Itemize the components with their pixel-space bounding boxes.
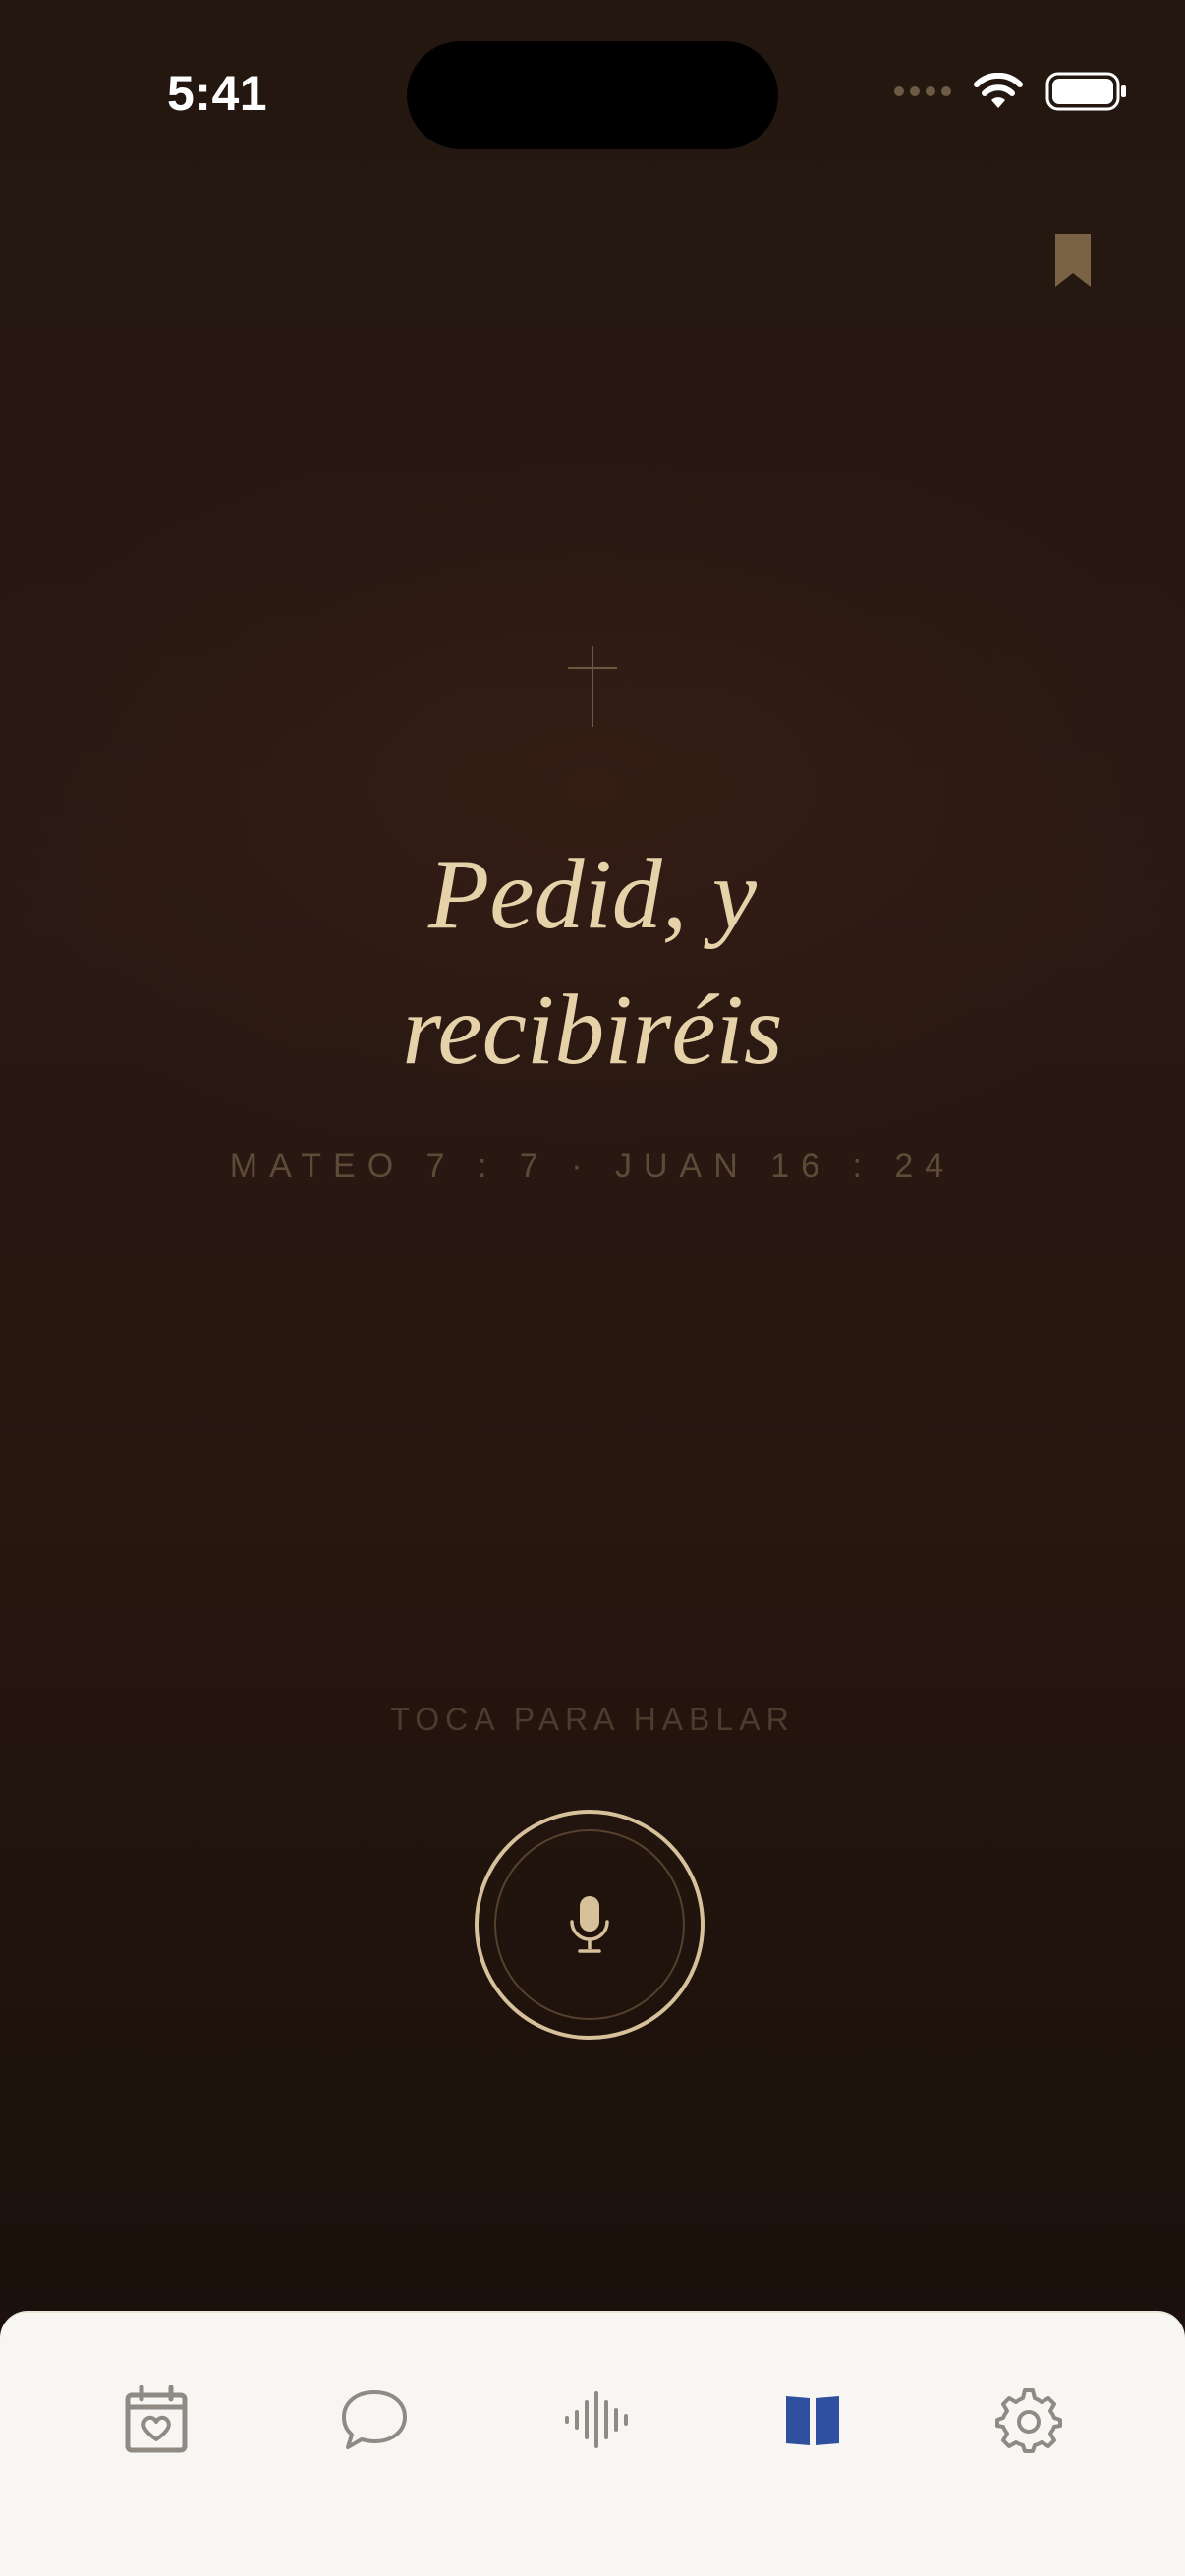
bookmark-icon[interactable]	[1051, 232, 1095, 289]
chat-bubble-icon	[342, 2390, 407, 2449]
tab-audio[interactable]	[552, 2376, 641, 2464]
battery-icon	[1045, 72, 1126, 111]
verse-references: MATEO 7 : 7 · JUAN 16 : 24	[229, 1148, 956, 1185]
tab-bar	[0, 2311, 1185, 2576]
audio-waveform-icon	[565, 2391, 628, 2448]
status-time: 5:41	[167, 66, 268, 121]
wifi-icon	[974, 73, 1023, 108]
app-screen: 5:41 Pedid, y recibiréis MATEO 7 : 7 · J…	[0, 0, 1185, 2311]
cross-icon	[568, 646, 617, 727]
dynamic-island	[407, 41, 778, 149]
book-icon	[786, 2396, 839, 2445]
microphone-button[interactable]	[475, 1810, 705, 2040]
tab-chat[interactable]	[330, 2376, 419, 2464]
verse-title: Pedid, y recibiréis	[0, 827, 1185, 1098]
gear-icon	[995, 2388, 1062, 2453]
verse-title-line1: Pedid, y	[427, 839, 758, 950]
status-icons	[894, 71, 1128, 112]
microphone-button-inner-ring	[494, 1829, 685, 2020]
tab-settings[interactable]	[985, 2376, 1073, 2464]
tab-bible[interactable]	[768, 2376, 857, 2464]
tap-to-speak-label: TOCA PARA HABLAR	[390, 1702, 795, 1737]
calendar-heart-icon	[125, 2385, 188, 2453]
microphone-icon	[570, 1896, 609, 1953]
verse-title-line2: recibiréis	[402, 975, 783, 1086]
tab-calendar[interactable]	[112, 2376, 200, 2464]
cellular-signal-icon	[894, 86, 951, 96]
